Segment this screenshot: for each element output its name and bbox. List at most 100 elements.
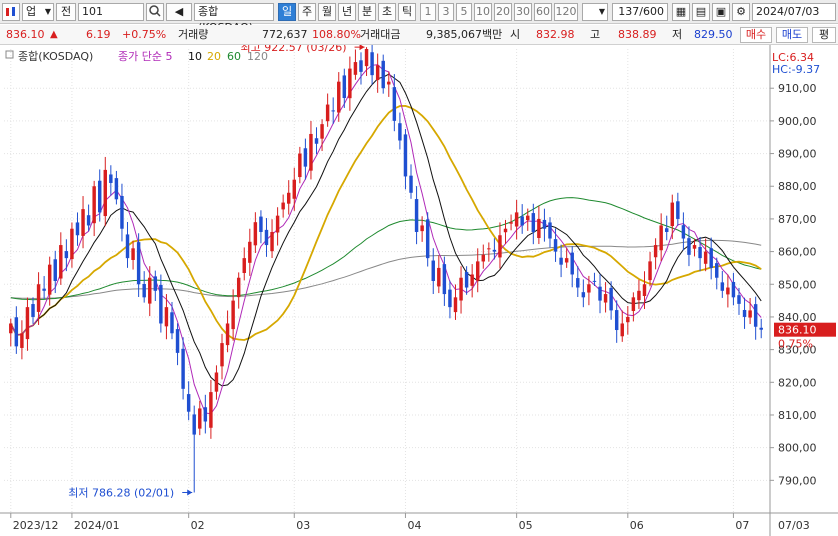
candle-body (520, 216, 524, 226)
candle-body (742, 309, 747, 317)
candle-body (320, 124, 324, 139)
period-day-tab[interactable]: 일 (278, 3, 296, 21)
candle-body (114, 178, 119, 200)
y-tick-label: 900,00 (778, 115, 817, 128)
tick-3-button[interactable]: 3 (438, 3, 454, 21)
period-tick-tab[interactable]: 틱 (398, 3, 416, 21)
candle-body (514, 212, 519, 227)
candle-body (159, 284, 163, 324)
x-tick-label: 05 (519, 519, 533, 532)
candle-body (342, 75, 347, 99)
candle-body (703, 251, 708, 264)
market-label: 업 (26, 5, 37, 18)
market-select[interactable]: 업 ▼ (22, 3, 54, 21)
y-tick-label: 890,00 (778, 148, 817, 161)
tick-20-button[interactable]: 20 (494, 3, 512, 21)
candle-body (453, 297, 458, 313)
period-month-tab[interactable]: 월 (318, 3, 336, 21)
grid-button[interactable]: ▦ (672, 3, 690, 21)
candle-body (236, 277, 241, 298)
candle-body (231, 300, 235, 330)
candle-body (392, 87, 397, 121)
legend-ma-label: 종가 단순 5 (118, 50, 172, 63)
count-field[interactable]: 137/600 (612, 3, 668, 21)
candle-body (420, 225, 424, 232)
candle-body (270, 231, 274, 252)
candle-body (331, 110, 335, 112)
tick-120-button[interactable]: 120 (554, 3, 578, 21)
y-tick-label: 910,00 (778, 82, 817, 95)
legend-ma-60: 60 (227, 50, 241, 63)
candle-body (9, 323, 13, 334)
y-tick-label: 860,00 (778, 246, 817, 259)
code-input[interactable]: 101 (78, 3, 144, 21)
candle-body (209, 392, 213, 428)
candle-body (581, 292, 586, 298)
sound-button[interactable]: ◀ (166, 3, 192, 21)
y-tick-label: 840,00 (778, 311, 817, 324)
settings-button[interactable]: ⚙ (732, 3, 750, 21)
tick-30-button[interactable]: 30 (514, 3, 532, 21)
candle-body (92, 186, 96, 224)
candle-body (164, 307, 169, 327)
period-minute-tab[interactable]: 분 (358, 3, 376, 21)
candle-body (309, 133, 313, 171)
candle-body (225, 323, 230, 346)
candle-body (381, 60, 385, 89)
candle-body (537, 218, 541, 238)
candle-body (75, 222, 80, 236)
x-tick-label: 07 (735, 519, 749, 532)
tick-5-button[interactable]: 5 (456, 3, 472, 21)
candle-body (614, 310, 619, 331)
candle-body (737, 295, 741, 304)
candle-body (542, 219, 547, 229)
price-chart[interactable]: 790,00800,00810,00820,00830,00840,00850,… (0, 45, 838, 536)
period-second-tab[interactable]: 초 (378, 3, 396, 21)
candle-body (181, 348, 185, 389)
candle-body (676, 201, 680, 219)
candle-body (314, 138, 319, 144)
candle-body (642, 284, 647, 297)
chart-type-icon[interactable] (2, 3, 20, 21)
amount-value: 9,385,067백만 (426, 28, 503, 41)
sell-button[interactable]: 매도 (776, 27, 808, 43)
legend-ma-120: 120 (247, 50, 268, 63)
candle-body (592, 280, 597, 282)
candle-body (248, 241, 252, 263)
period-year-tab[interactable]: 년 (338, 3, 356, 21)
volume-ratio: 108.80% (312, 28, 361, 41)
candle-body (325, 104, 330, 122)
chevron-down-icon: ▼ (44, 7, 51, 16)
layout-button[interactable]: ▤ (692, 3, 710, 21)
tick-10-button[interactable]: 10 (474, 3, 492, 21)
index-name[interactable]: 종합(KOSDAQ) (194, 3, 274, 34)
candle-body (603, 294, 608, 303)
period-week-tab[interactable]: 주 (298, 3, 316, 21)
date-field[interactable]: 2024/07/03 (752, 3, 836, 21)
save-button[interactable]: ▣ (712, 3, 730, 21)
candle-body (220, 343, 224, 367)
candle-body (726, 287, 730, 295)
candle-body (53, 259, 57, 281)
chevron-down-icon: ▼ (598, 7, 605, 16)
x-end-label: 07/03 (778, 519, 810, 532)
custom-tick-input[interactable]: ▼ (582, 3, 608, 21)
eval-button[interactable]: 평 (812, 27, 836, 43)
speaker-icon: ◀ (174, 5, 184, 18)
open-value: 832.98 (536, 28, 575, 41)
candle-body (170, 312, 174, 334)
candle-body (531, 213, 536, 232)
tick-60-button[interactable]: 60 (534, 3, 552, 21)
search-button[interactable] (146, 3, 164, 21)
x-tick-label: 2024/01 (74, 519, 120, 532)
candle-body (153, 276, 158, 291)
grid-icon: ▦ (675, 5, 687, 18)
buy-button[interactable]: 매수 (740, 27, 772, 43)
candle-body (709, 248, 713, 268)
candle-body (425, 219, 430, 259)
prev-button[interactable]: 전 (56, 3, 76, 21)
y-tick-label: 800,00 (778, 442, 817, 455)
x-tick-label: 06 (630, 519, 644, 532)
tick-1-button[interactable]: 1 (420, 3, 436, 21)
candle-body (281, 202, 285, 210)
